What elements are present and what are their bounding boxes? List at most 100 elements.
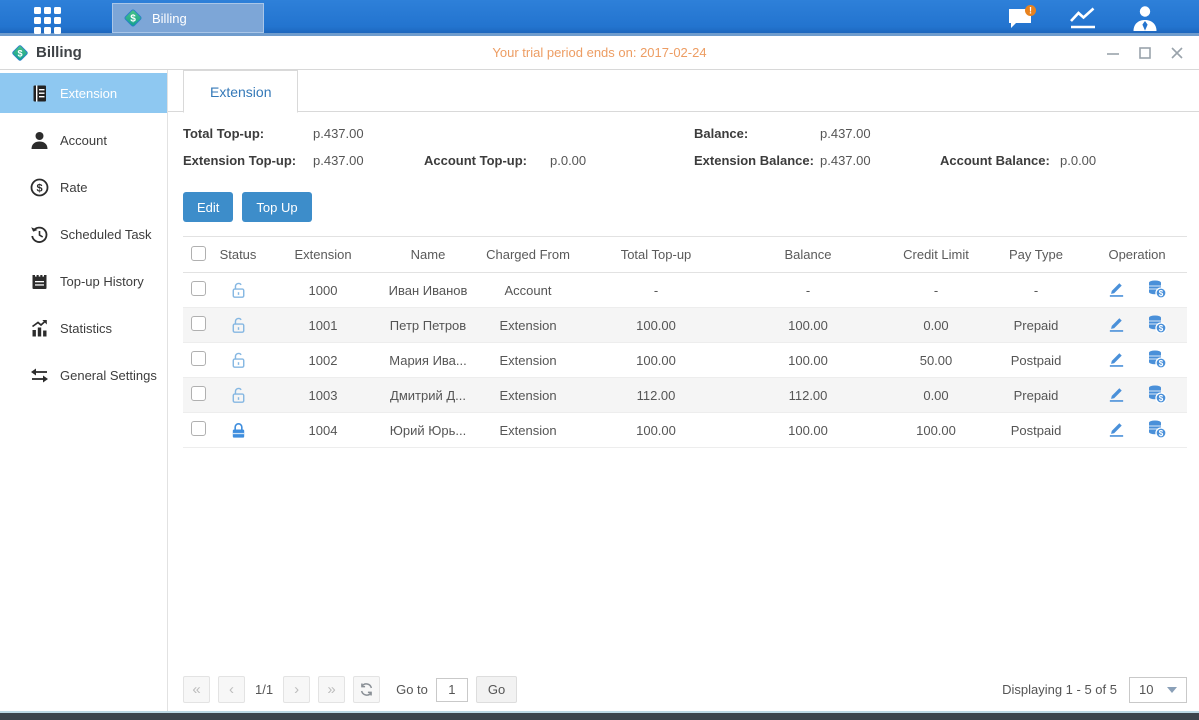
cell-pay-type: Prepaid bbox=[985, 378, 1087, 413]
extensions-table: Status Extension Name Charged From Total… bbox=[183, 236, 1187, 448]
topup-history-notepad-icon bbox=[30, 272, 49, 291]
table-row[interactable]: 1003 Дмитрий Д... Extension 112.00 112.0… bbox=[183, 378, 1187, 413]
billing-app-tab[interactable]: $ Billing bbox=[112, 3, 264, 33]
general-settings-arrows-icon bbox=[30, 366, 49, 385]
tab-extension[interactable]: Extension bbox=[183, 70, 298, 113]
messages-icon[interactable]: ! bbox=[1005, 4, 1037, 32]
goto-label: Go to bbox=[396, 682, 428, 697]
cell-total-topup: 100.00 bbox=[583, 343, 729, 378]
sidebar-item-general-settings[interactable]: General Settings bbox=[0, 355, 167, 395]
cell-balance: - bbox=[729, 273, 887, 308]
sidebar-item-label: Statistics bbox=[60, 321, 112, 336]
svg-text:$: $ bbox=[1159, 428, 1164, 437]
edit-row-icon[interactable] bbox=[1107, 279, 1126, 301]
cell-total-topup: 100.00 bbox=[583, 308, 729, 343]
account-balance-label: Account Balance: bbox=[940, 153, 1060, 168]
row-checkbox[interactable] bbox=[191, 281, 206, 296]
cell-extension: 1002 bbox=[263, 343, 383, 378]
cell-charged-from: Extension bbox=[473, 413, 583, 448]
col-operation: Operation bbox=[1087, 237, 1187, 273]
cell-credit-limit: 50.00 bbox=[887, 343, 985, 378]
table-row[interactable]: 1002 Мария Ива... Extension 100.00 100.0… bbox=[183, 343, 1187, 378]
sidebar-item-statistics[interactable]: Statistics bbox=[0, 308, 167, 348]
top-up-row-icon[interactable]: $ bbox=[1147, 349, 1167, 372]
cell-total-topup: - bbox=[583, 273, 729, 308]
close-button[interactable] bbox=[1169, 45, 1185, 61]
cell-balance: 100.00 bbox=[729, 413, 887, 448]
refresh-button[interactable] bbox=[353, 676, 380, 703]
edit-button[interactable]: Edit bbox=[183, 192, 233, 222]
next-page-button[interactable]: › bbox=[283, 676, 310, 703]
sidebar-item-scheduled-task[interactable]: Scheduled Task bbox=[0, 214, 167, 254]
notification-badge: ! bbox=[1029, 6, 1032, 16]
table-row[interactable]: 1001 Петр Петров Extension 100.00 100.00… bbox=[183, 308, 1187, 343]
lock-status-icon bbox=[229, 316, 248, 331]
total-topup-value: p.437.00 bbox=[313, 126, 424, 141]
cell-balance: 112.00 bbox=[729, 378, 887, 413]
window-titlebar: $ Billing Your trial period ends on: 201… bbox=[0, 36, 1199, 70]
top-up-row-icon[interactable]: $ bbox=[1147, 314, 1167, 337]
trial-notice: Your trial period ends on: 2017-02-24 bbox=[0, 45, 1199, 60]
edit-row-icon[interactable] bbox=[1107, 384, 1126, 406]
reports-chart-icon[interactable] bbox=[1067, 4, 1099, 32]
cell-extension: 1001 bbox=[263, 308, 383, 343]
col-pay-type: Pay Type bbox=[985, 237, 1087, 273]
col-total-topup: Total Top-up bbox=[583, 237, 729, 273]
select-all-checkbox[interactable] bbox=[191, 246, 206, 261]
top-up-row-icon[interactable]: $ bbox=[1147, 419, 1167, 442]
top-up-row-icon[interactable]: $ bbox=[1147, 384, 1167, 407]
sidebar-item-extension[interactable]: Extension bbox=[0, 73, 167, 113]
cell-pay-type: - bbox=[985, 273, 1087, 308]
edit-row-icon[interactable] bbox=[1107, 419, 1126, 441]
cell-credit-limit: - bbox=[887, 273, 985, 308]
user-account-icon[interactable] bbox=[1129, 4, 1161, 32]
sidebar-item-account[interactable]: Account bbox=[0, 120, 167, 160]
balance-value: p.437.00 bbox=[820, 126, 940, 141]
total-topup-label: Total Top-up: bbox=[183, 126, 313, 141]
lock-status-icon bbox=[229, 281, 248, 296]
sidebar: Extension Account $ Rate Scheduled Task … bbox=[0, 70, 168, 711]
go-button[interactable]: Go bbox=[476, 676, 517, 703]
extension-topup-label: Extension Top-up: bbox=[183, 153, 313, 168]
sidebar-item-rate[interactable]: $ Rate bbox=[0, 167, 167, 207]
top-up-button[interactable]: Top Up bbox=[242, 192, 311, 222]
account-person-icon bbox=[30, 131, 49, 150]
cell-pay-type: Postpaid bbox=[985, 413, 1087, 448]
maximize-button[interactable] bbox=[1137, 45, 1153, 61]
top-app-bar: $ Billing ! bbox=[0, 0, 1199, 36]
prev-page-button[interactable]: ‹ bbox=[218, 676, 245, 703]
main-content: Extension Total Top-up: p.437.00 Balance… bbox=[168, 70, 1199, 711]
scheduled-task-clock-icon bbox=[30, 225, 49, 244]
cell-balance: 100.00 bbox=[729, 343, 887, 378]
account-topup-value: p.0.00 bbox=[550, 153, 694, 168]
account-topup-label: Account Top-up: bbox=[424, 153, 550, 168]
table-row[interactable]: 1000 Иван Иванов Account - - - - $ bbox=[183, 273, 1187, 308]
sidebar-item-label: Top-up History bbox=[60, 274, 144, 289]
statistics-chart-icon bbox=[30, 319, 49, 338]
last-page-button[interactable]: » bbox=[318, 676, 345, 703]
row-checkbox[interactable] bbox=[191, 316, 206, 331]
account-balance-value: p.0.00 bbox=[1060, 153, 1184, 168]
row-checkbox[interactable] bbox=[191, 351, 206, 366]
minimize-button[interactable] bbox=[1105, 45, 1121, 61]
cell-name: Юрий Юрь... bbox=[383, 413, 473, 448]
chevron-down-icon bbox=[1167, 687, 1177, 693]
svg-text:$: $ bbox=[1159, 393, 1164, 402]
extension-balance-label: Extension Balance: bbox=[694, 153, 820, 168]
first-page-button[interactable]: « bbox=[183, 676, 210, 703]
sidebar-item-topup-history[interactable]: Top-up History bbox=[0, 261, 167, 301]
table-row[interactable]: 1004 Юрий Юрь... Extension 100.00 100.00… bbox=[183, 413, 1187, 448]
svg-text:$: $ bbox=[130, 14, 136, 25]
cell-charged-from: Extension bbox=[473, 378, 583, 413]
pagination-bar: « ‹ 1/1 › » Go to Go Displaying 1 - 5 of… bbox=[183, 676, 1187, 703]
row-checkbox[interactable] bbox=[191, 386, 206, 401]
cell-total-topup: 112.00 bbox=[583, 378, 729, 413]
top-up-row-icon[interactable]: $ bbox=[1147, 279, 1167, 302]
apps-grid-icon[interactable] bbox=[34, 7, 61, 34]
page-size-select[interactable]: 10 bbox=[1129, 677, 1187, 703]
edit-row-icon[interactable] bbox=[1107, 314, 1126, 336]
row-checkbox[interactable] bbox=[191, 421, 206, 436]
goto-page-input[interactable] bbox=[436, 678, 468, 702]
extension-ledger-icon bbox=[30, 84, 49, 103]
edit-row-icon[interactable] bbox=[1107, 349, 1126, 371]
